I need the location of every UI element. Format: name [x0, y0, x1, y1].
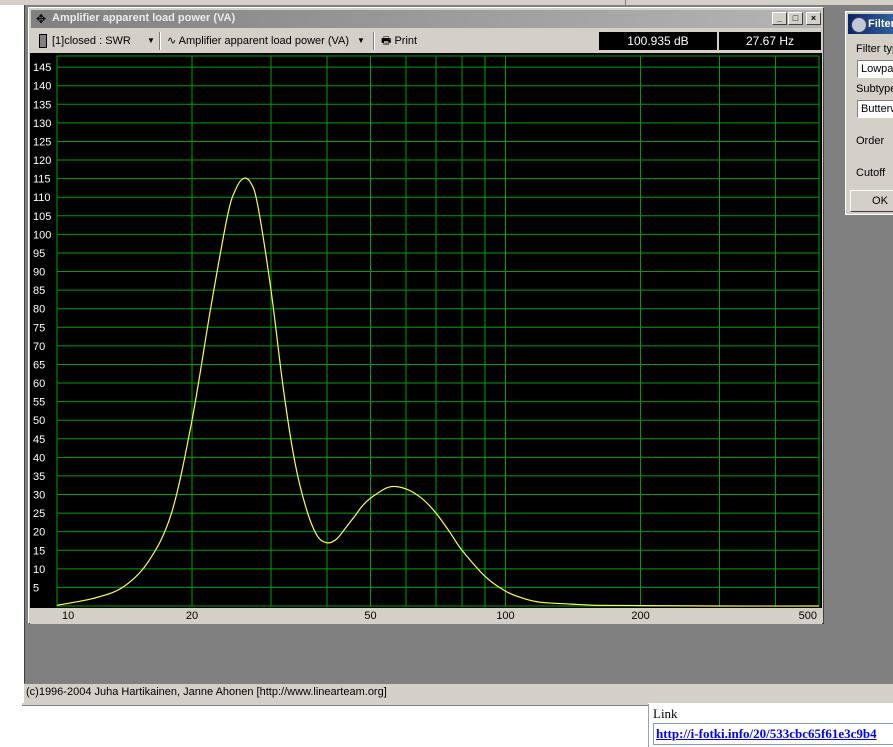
order-label: Order [856, 135, 885, 147]
y-tick-label: 25 [33, 508, 45, 520]
chevron-down-icon: ▼ [357, 36, 365, 45]
toolbar-separator [159, 32, 161, 50]
link-url[interactable]: http://i-fotki.info/20/533cbc65f61e3c9b4 [653, 723, 893, 745]
y-tick-label: 120 [33, 155, 51, 167]
series-line [56, 177, 820, 607]
y-tick-label: 40 [33, 452, 45, 464]
y-tick-label: 125 [33, 136, 51, 148]
y-tick-label: 130 [33, 118, 51, 130]
chevron-down-icon: ▼ [147, 36, 155, 45]
y-tick-label: 5 [33, 582, 39, 594]
y-tick-label: 85 [33, 285, 45, 297]
y-tick-label: 90 [33, 267, 45, 279]
filter-dialog-titlebar[interactable]: Filter [848, 14, 893, 34]
close-button[interactable]: × [806, 12, 821, 25]
measurement-dropdown-label: [1]closed : SWR [52, 35, 131, 47]
y-tick-label: 105 [33, 211, 51, 223]
y-tick-label: 75 [33, 322, 45, 334]
maximize-button[interactable]: □ [788, 12, 803, 25]
y-tick-label: 45 [33, 434, 45, 446]
y-tick-label: 135 [33, 99, 51, 111]
y-tick-label: 10 [33, 564, 45, 576]
graph-toolbar: [1]closed : SWR ▼ ∿ Amplifier apparent l… [31, 30, 821, 52]
y-tick-label: 65 [33, 359, 45, 371]
subtype-label: Subtype [856, 83, 893, 95]
toolbar-separator [373, 32, 375, 50]
filter-app-icon [851, 17, 867, 33]
window-move-icon: ✥ [35, 12, 47, 26]
filter-dialog: Filter Filter typ Lowpa Subtype Butterw … [845, 11, 893, 215]
frame-bottom-edge [22, 703, 648, 706]
view-dropdown-label: Amplifier apparent load power (VA) [178, 35, 350, 47]
load-power-chart[interactable]: 5 10 15 20 25 30 35 40 45 50 55 60 65 70 75 80 85 90 95 100… [30, 53, 822, 624]
x-tick-label: 100 [496, 610, 514, 622]
copyright-text: (c)1996-2004 Juha Hartikainen, Janne Aho… [26, 686, 387, 698]
cutoff-label: Cutoff [856, 167, 886, 179]
y-tick-label: 110 [33, 192, 51, 204]
y-tick-label: 115 [33, 174, 51, 186]
y-tick-label: 30 [33, 490, 45, 502]
filter-type-select[interactable]: Lowpa [857, 60, 893, 78]
measurement-dropdown[interactable]: [1]closed : SWR ▼ [39, 33, 159, 49]
print-button[interactable]: 🖶 Print [381, 33, 417, 49]
x-tick-label: 500 [799, 610, 817, 622]
plot-frame [56, 55, 820, 607]
measurement-icon [39, 34, 47, 49]
level-readout: 100.935 dB [599, 32, 717, 50]
x-tick-label: 200 [631, 610, 649, 622]
y-tick-label: 80 [33, 304, 45, 316]
graph-window-titlebar[interactable]: ✥ Amplifier apparent load power (VA) _ □… [31, 10, 821, 28]
frequency-readout: 27.67 Hz [719, 32, 821, 50]
y-tick-label: 55 [33, 397, 45, 409]
link-area: Link http://i-fotki.info/20/533cbc65f61e… [648, 704, 893, 747]
x-tick-label: 50 [364, 610, 376, 622]
filter-type-label: Filter typ [856, 43, 893, 55]
y-tick-label: 140 [33, 81, 51, 93]
waveform-icon: ∿ [167, 35, 177, 47]
y-tick-label: 70 [33, 341, 45, 353]
printer-icon: 🖶 [381, 35, 392, 47]
y-tick-label: 20 [33, 527, 45, 539]
y-tick-label: 100 [33, 229, 51, 241]
window-title: Amplifier apparent load power (VA) [52, 12, 236, 24]
y-tick-label: 15 [33, 545, 45, 557]
x-tick-label: 20 [186, 610, 198, 622]
y-tick-label: 50 [33, 415, 45, 427]
link-label: Link [653, 706, 678, 721]
print-label: Print [394, 35, 418, 47]
x-tick-label: 10 [62, 610, 74, 622]
minimize-button[interactable]: _ [772, 12, 787, 25]
y-tick-label: 145 [33, 62, 51, 74]
ok-button[interactable]: OK [850, 190, 893, 212]
x-axis-band [30, 608, 822, 624]
y-tick-label: 35 [33, 471, 45, 483]
view-dropdown[interactable]: ∿ Amplifier apparent load power (VA) ▼ [167, 33, 367, 49]
subtype-select[interactable]: Butterw [857, 100, 893, 118]
status-bar: (c)1996-2004 Juha Hartikainen, Janne Aho… [24, 683, 893, 703]
filter-dialog-title: Filter [868, 18, 893, 30]
y-tick-label: 60 [33, 378, 45, 390]
y-tick-label: 95 [33, 248, 45, 260]
